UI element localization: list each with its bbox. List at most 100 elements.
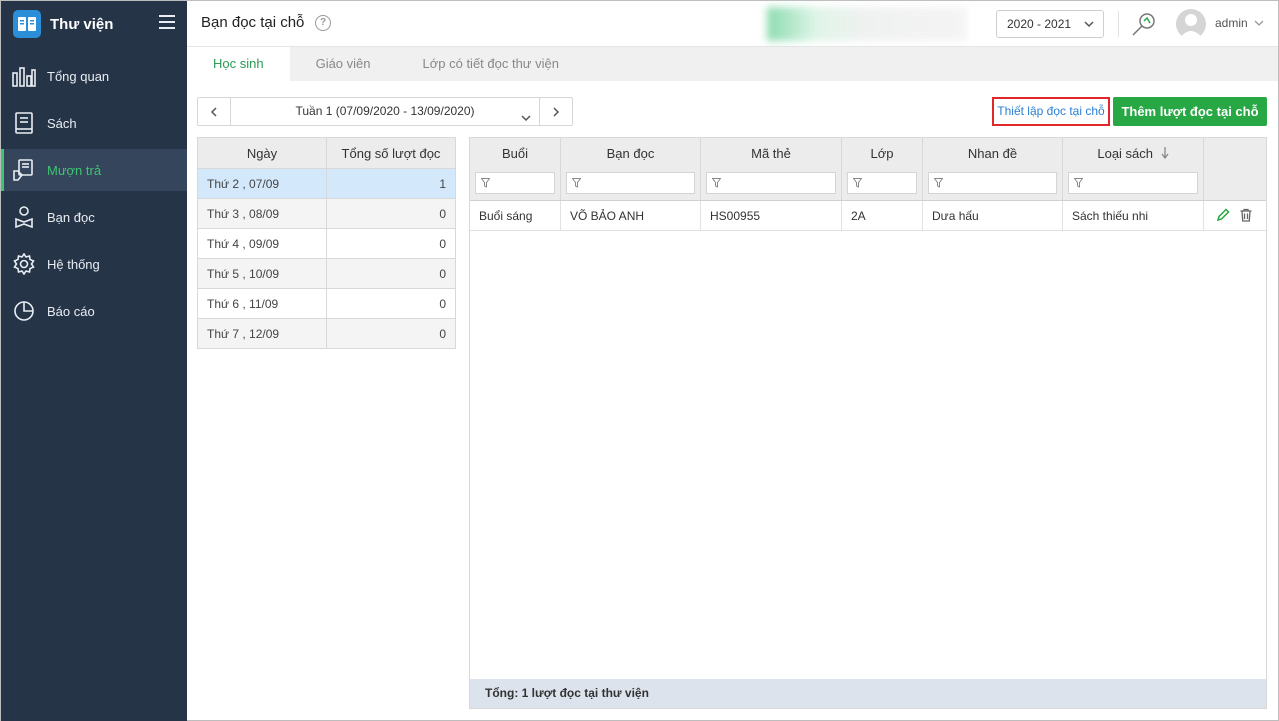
day-cell: Thứ 4 , 09/09 [197, 228, 327, 259]
top-header: Bạn đọc tại chỗ ? 2020 - 2021 admin [187, 1, 1278, 47]
help-icon[interactable]: ? [315, 15, 331, 31]
filter-icon [572, 178, 581, 188]
count-cell: 0 [326, 258, 456, 289]
bar-chart-icon [12, 64, 36, 88]
week-select[interactable]: Tuần 1 (07/09/2020 - 13/09/2020) [231, 98, 539, 125]
sidebar-item-label: Sách [47, 115, 77, 131]
table-row[interactable]: Thứ 6 , 11/09 0 [197, 288, 456, 319]
filter-input-ban-doc[interactable] [566, 172, 695, 194]
sidebar-item-label: Tổng quan [47, 68, 110, 84]
sidebar-item-sach[interactable]: Sách [1, 102, 187, 144]
column-header-lop[interactable]: Lớp [842, 138, 922, 169]
school-year-value: 2020 - 2021 [1007, 17, 1072, 31]
cell-actions [1204, 201, 1266, 230]
filter-icon [712, 178, 721, 188]
column-header-ma-the[interactable]: Mã thẻ [701, 138, 841, 169]
cell-lop: 2A [842, 201, 923, 230]
tab-bar: Học sinh Giáo viên Lớp có tiết đọc thư v… [187, 47, 1278, 81]
cell-ban-doc: VÕ BẢO ANH [561, 201, 701, 230]
count-cell: 0 [326, 228, 456, 259]
footer-suffix: lượt đọc tại thư viện [528, 686, 649, 700]
filter-icon [853, 178, 862, 188]
menu-toggle-icon[interactable] [159, 15, 175, 29]
table-row[interactable]: Thứ 7 , 12/09 0 [197, 318, 456, 349]
sidebar-item-tong-quan[interactable]: Tổng quan [1, 55, 187, 97]
column-header-total[interactable]: Tổng số lượt đọc [326, 137, 456, 169]
column-ma-the: Mã thẻ [701, 138, 842, 200]
filter-input-buoi[interactable] [475, 172, 555, 194]
day-cell: Thứ 5 , 10/09 [197, 258, 327, 289]
school-year-select[interactable]: 2020 - 2021 [996, 10, 1104, 38]
table-row[interactable]: Thứ 2 , 07/09 1 [197, 168, 456, 199]
sidebar-item-label: Mượn trả [47, 162, 102, 178]
add-reading-button[interactable]: Thêm lượt đọc tại chỗ [1113, 97, 1267, 126]
prev-week-button[interactable] [198, 98, 231, 125]
day-summary-table: Ngày Tổng số lượt đọc Thứ 2 , 07/09 1 Th… [197, 137, 456, 349]
sidebar-item-he-thong[interactable]: Hệ thống [1, 243, 187, 285]
table-row[interactable]: Buổi sáng VÕ BẢO ANH HS00955 2A Dưa hấu … [470, 201, 1266, 231]
day-cell: Thứ 3 , 08/09 [197, 198, 327, 229]
divider [1118, 11, 1119, 37]
column-header-ban-doc[interactable]: Bạn đọc [561, 138, 700, 169]
sidebar-item-label: Báo cáo [47, 303, 95, 319]
column-header-nhan-de[interactable]: Nhan đề [923, 138, 1062, 169]
book-icon [12, 111, 36, 135]
filter-icon [934, 178, 943, 188]
pie-chart-icon [12, 299, 36, 323]
filter-input-nhan-de[interactable] [928, 172, 1057, 194]
sidebar-item-label: Bạn đọc [47, 209, 95, 225]
cell-ma-the: HS00955 [701, 201, 842, 230]
table-row[interactable]: Thứ 5 , 10/09 0 [197, 258, 456, 289]
column-nhan-de: Nhan đề [923, 138, 1063, 200]
grid-header: Buổi Bạn đọc Mã thẻ Lớp Nhan đề Loại sác… [470, 138, 1266, 201]
count-cell: 1 [326, 168, 456, 199]
chevron-down-icon [1084, 18, 1094, 32]
grid-footer-total: Tổng: 1 lượt đọc tại thư viện [470, 679, 1266, 708]
count-cell: 0 [326, 288, 456, 319]
sidebar-item-ban-doc[interactable]: Bạn đọc [1, 196, 187, 238]
setup-reading-link[interactable]: Thiết lập đọc tại chỗ [992, 97, 1110, 126]
reader-icon [12, 205, 36, 229]
app-title: Thư viện [50, 15, 114, 33]
sidebar-nav: Tổng quan Sách Mượn trả Bạn đọc Hệ thống [1, 55, 187, 332]
sidebar-item-bao-cao[interactable]: Báo cáo [1, 290, 187, 332]
filter-input-loai-sach[interactable] [1068, 172, 1198, 194]
sort-down-icon [1161, 147, 1169, 160]
footer-prefix: Tổng: [485, 686, 522, 700]
column-header-buoi[interactable]: Buổi [470, 138, 560, 169]
avatar[interactable] [1176, 9, 1206, 39]
column-header-loai-sach[interactable]: Loại sách [1063, 138, 1203, 169]
edit-icon[interactable] [1216, 208, 1230, 222]
chevron-left-icon [210, 106, 217, 117]
chevron-down-icon[interactable] [1254, 16, 1264, 31]
sidebar-item-muon-tra[interactable]: Mượn trả [1, 149, 187, 191]
table-row[interactable]: Thứ 4 , 09/09 0 [197, 228, 456, 259]
day-cell: Thứ 6 , 11/09 [197, 288, 327, 319]
column-ban-doc: Bạn đọc [561, 138, 701, 200]
page-title: Bạn đọc tại chỗ [201, 14, 305, 31]
column-header-day[interactable]: Ngày [197, 137, 327, 169]
chevron-down-icon [521, 106, 531, 133]
count-cell: 0 [326, 318, 456, 349]
day-cell: Thứ 7 , 12/09 [197, 318, 327, 349]
chevron-right-icon [553, 106, 560, 117]
reading-records-grid: Buổi Bạn đọc Mã thẻ Lớp Nhan đề Loại sác… [469, 137, 1267, 709]
library-logo-icon [13, 10, 41, 38]
table-row[interactable]: Thứ 3 , 08/09 0 [197, 198, 456, 229]
cell-nhan-de: Dưa hấu [923, 201, 1063, 230]
username[interactable]: admin [1215, 16, 1248, 30]
count-cell: 0 [326, 198, 456, 229]
tab-lop-tiet-doc[interactable]: Lớp có tiết đọc thư viện [397, 47, 585, 81]
filter-input-lop[interactable] [847, 172, 917, 194]
tab-giao-vien[interactable]: Giáo viên [290, 47, 397, 81]
sidebar: Thư viện Tổng quan Sách Mượn trả Bạn đọc… [1, 1, 187, 721]
sidebar-item-label: Hệ thống [47, 256, 100, 272]
filter-icon [481, 178, 490, 188]
week-navigator: Tuần 1 (07/09/2020 - 13/09/2020) [197, 97, 573, 126]
tab-hoc-sinh[interactable]: Học sinh [187, 47, 290, 81]
delete-icon[interactable] [1239, 208, 1253, 222]
column-lop: Lớp [842, 138, 923, 200]
search-tool-icon[interactable] [1131, 11, 1157, 40]
next-week-button[interactable] [539, 98, 572, 125]
filter-input-ma-the[interactable] [706, 172, 836, 194]
